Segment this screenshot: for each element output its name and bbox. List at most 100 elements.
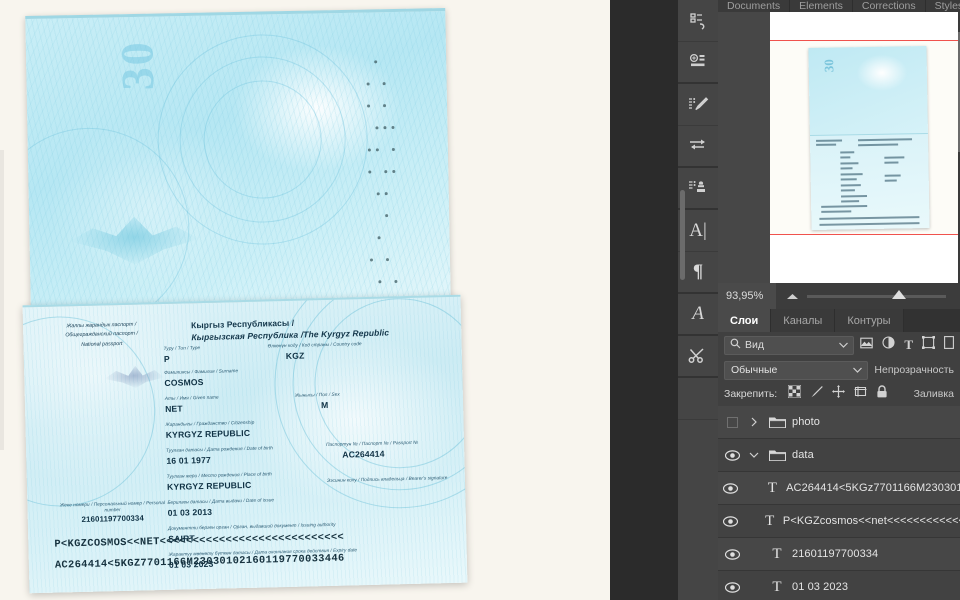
more-tools[interactable] xyxy=(678,378,718,420)
perforation-row xyxy=(367,125,395,140)
folder-icon xyxy=(762,416,792,429)
filter-type-icons[interactable]: T xyxy=(860,336,954,354)
canvas-text-line xyxy=(840,184,861,187)
smart-filter-icon[interactable] xyxy=(944,336,954,354)
scissors-tool[interactable] xyxy=(678,336,718,378)
perforation-row xyxy=(368,169,396,184)
blend-mode-select[interactable]: Обычные xyxy=(724,360,869,380)
lock-row: Закрепить: Заливка xyxy=(718,382,960,406)
field-sex: Жынысы / Пол / Sex M xyxy=(294,391,340,410)
doc-tab-3[interactable]: Styles xyxy=(925,0,960,12)
brush-lock-icon[interactable] xyxy=(810,385,823,403)
image-filter-icon[interactable] xyxy=(860,336,874,354)
layer-row-text-expiry[interactable]: T 01 03 2023 xyxy=(718,571,960,600)
perforation-row xyxy=(367,147,395,162)
layer-name: 21601197700334 xyxy=(792,548,879,560)
settings-slider-tool[interactable] xyxy=(678,126,718,168)
type-filter-icon[interactable]: T xyxy=(904,336,913,354)
tab-layers[interactable]: Слои xyxy=(718,309,772,332)
canvas-text-line xyxy=(819,222,920,226)
patch-tool[interactable] xyxy=(678,42,718,84)
move-lock-icon[interactable] xyxy=(832,385,846,403)
visibility-toggle[interactable] xyxy=(718,581,746,593)
document-tab-bar[interactable]: Documents Elements Corrections Styles La… xyxy=(718,0,960,12)
passport-upper-page: 30 xyxy=(25,7,451,307)
canvas-text-line xyxy=(840,189,855,192)
canvas-text-line xyxy=(858,143,899,147)
brush-preset-tool[interactable] xyxy=(678,84,718,126)
layer-row-photo[interactable]: photo xyxy=(718,406,960,439)
tools-panel[interactable]: A| ¶ A xyxy=(678,0,718,600)
tab-paths[interactable]: Контуры xyxy=(835,309,904,332)
layer-filter-value: Вид xyxy=(745,339,764,351)
layer-row-data[interactable]: data xyxy=(718,439,960,472)
chevron-down-icon[interactable] xyxy=(746,452,762,459)
zoom-out-icon[interactable] xyxy=(786,287,799,305)
visibility-toggle[interactable] xyxy=(718,449,746,461)
folder-open-icon xyxy=(762,449,792,462)
adjustment-filter-icon[interactable] xyxy=(882,336,895,354)
layer-name: data xyxy=(792,449,814,461)
visibility-toggle[interactable] xyxy=(718,416,746,428)
document-kind-label: Жалпы жарандык паспорт / Общегражданский… xyxy=(65,321,139,348)
zoom-slider-thumb[interactable] xyxy=(891,289,906,299)
perforation-row xyxy=(366,82,394,96)
doc-tab-0[interactable]: Documents xyxy=(718,0,791,12)
canvas-passport-image[interactable]: 30 xyxy=(808,45,930,231)
status-bar: 93,95% xyxy=(718,283,960,309)
canvas-passport-lower xyxy=(809,133,930,231)
layer-name: 01 03 2023 xyxy=(792,581,849,593)
zoom-slider[interactable] xyxy=(807,289,946,299)
doc-tab-2[interactable]: Corrections xyxy=(852,0,926,12)
visibility-toggle[interactable] xyxy=(718,515,743,527)
chevron-right-icon[interactable] xyxy=(746,417,762,427)
tools-scrollbar-thumb[interactable] xyxy=(680,190,685,280)
canvas-text-line xyxy=(858,138,913,142)
canvas-text-line xyxy=(816,139,843,142)
selection-marquee[interactable]: 30 xyxy=(770,40,960,235)
transparency-lock-icon[interactable] xyxy=(787,384,802,403)
tab-channels[interactable]: Каналы xyxy=(771,309,836,332)
character-style-tool[interactable]: A xyxy=(678,294,718,336)
scanned-passport-photo: 30 Жалпы жарандык паспорт / Общегражданс… xyxy=(0,0,610,600)
artboard-lock-icon[interactable] xyxy=(854,385,867,403)
visibility-toggle[interactable] xyxy=(718,482,744,494)
field-surname: Фамилиясы / Фамилия / Surname COSMOS xyxy=(164,368,239,388)
chevron-down-icon[interactable] xyxy=(853,364,863,376)
perforation-row xyxy=(369,214,396,228)
canvas-viewport[interactable]: 30 xyxy=(718,12,960,283)
country-title: Кыргыз Республикасы / Кыргызская Республ… xyxy=(190,317,390,343)
canvas-text-line xyxy=(840,178,857,181)
layers-panel: Вид T Обычные Непрозрачность Закрепить: … xyxy=(718,332,960,600)
field-place-of-birth: Туулган жери / Место рождения / Place of… xyxy=(166,471,272,492)
zoom-level-value[interactable]: 93,95% xyxy=(718,283,776,309)
shape-filter-icon[interactable] xyxy=(922,336,935,354)
layer-filter-select[interactable]: Вид xyxy=(724,335,855,355)
layer-name: photo xyxy=(792,416,821,428)
perforation-row xyxy=(367,104,394,118)
field-date-of-issue: Берилген датасы / Дата выдачи / Date of … xyxy=(167,497,275,518)
layer-name: P<KGZcosmos<<net<<<<<<<<<<<<<<< xyxy=(782,515,960,527)
clone-stamp-tool[interactable] xyxy=(678,0,718,42)
canvas-text-line xyxy=(819,216,920,220)
search-icon xyxy=(730,338,741,352)
layer-row-text-mrz1[interactable]: T P<KGZcosmos<<net<<<<<<<<<<<<<<< xyxy=(718,505,960,538)
canvas-text-line xyxy=(884,174,901,177)
panel-tab-bar[interactable]: Слои Каналы Контуры xyxy=(718,309,960,332)
canvas-text-line xyxy=(821,210,852,213)
layer-row-text-mrz2[interactable]: T AC264414<5KGz7701166M23030102 xyxy=(718,472,960,505)
photoshop-window: A| ¶ A Documents Elements Corrections St… xyxy=(610,0,960,600)
all-lock-icon[interactable] xyxy=(876,385,888,403)
field-date-of-birth: Туулган датасы / Дата рождения / Date of… xyxy=(166,445,273,466)
canvas-watermark-30: 30 xyxy=(821,59,837,73)
chevron-down-icon[interactable] xyxy=(839,339,849,351)
layer-row-text-personal-number[interactable]: T 21601197700334 xyxy=(718,538,960,571)
canvas-text-line xyxy=(840,156,851,159)
visibility-toggle[interactable] xyxy=(718,548,746,560)
canvas-passport-upper: 30 xyxy=(808,45,928,136)
canvas-text-line xyxy=(816,143,837,146)
text-layer-icon: T xyxy=(767,479,777,496)
layer-name: AC264414<5KGz7701166M23030102 xyxy=(786,482,960,494)
perforation-row xyxy=(369,192,396,206)
doc-tab-1[interactable]: Elements xyxy=(790,0,853,12)
